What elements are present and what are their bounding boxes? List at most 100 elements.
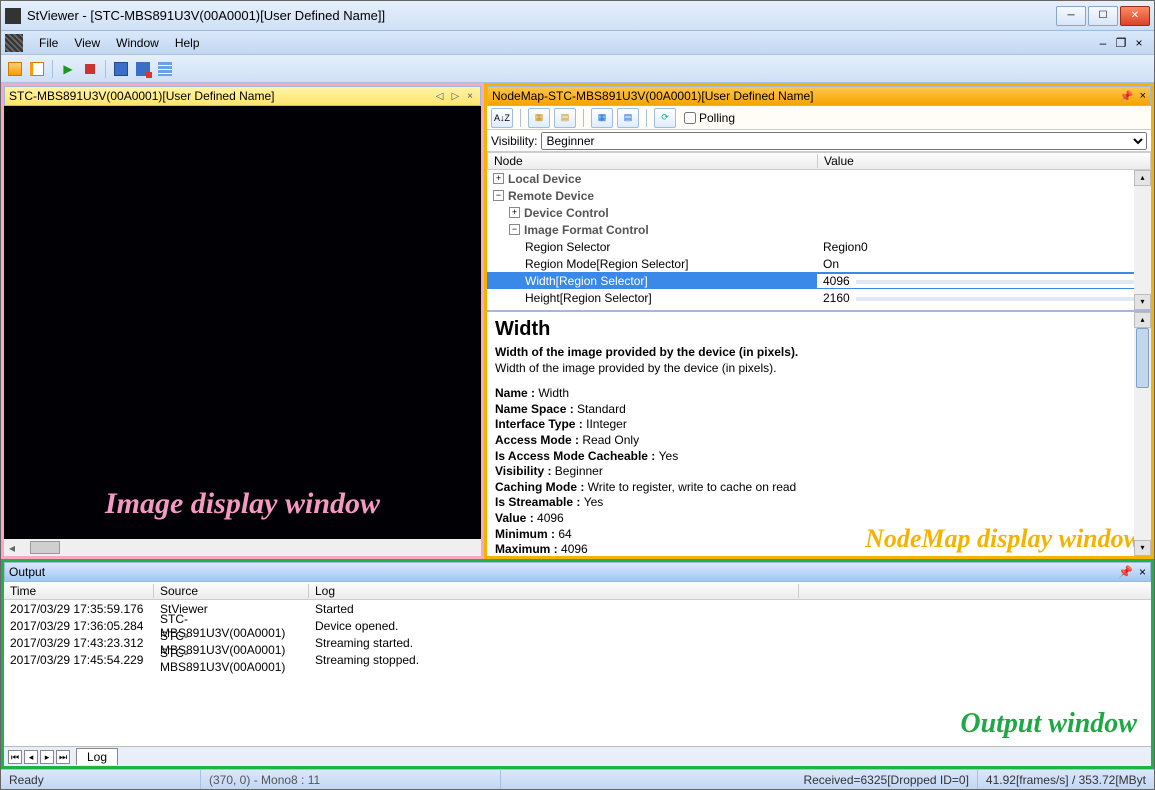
close-button[interactable]: ✕: [1120, 6, 1150, 26]
tree-value[interactable]: 2160: [823, 291, 850, 305]
image-overlay-label: Image display window: [24, 487, 461, 521]
nodemap-toolbar: A↓Z ▦ ▤ ▦ ▤ ⟳ Polling: [487, 106, 1151, 130]
tree-vscrollbar[interactable]: ▴ ▾: [1134, 170, 1151, 310]
status-ready: Ready: [1, 770, 201, 789]
maximize-button[interactable]: ☐: [1088, 6, 1118, 26]
collapse2-button[interactable]: ▤: [617, 108, 639, 128]
collapse-button[interactable]: ▤: [554, 108, 576, 128]
mdi-restore-icon[interactable]: ❐: [1114, 36, 1128, 50]
expand-button[interactable]: ▦: [528, 108, 550, 128]
tree-node[interactable]: Region Mode[Region Selector]: [525, 257, 688, 271]
desc-prop: Is Streamable : Yes: [495, 495, 1143, 511]
image-display-panel: STC-MBS891U3V(00A0001)[User Defined Name…: [1, 83, 484, 559]
desc-detail: Width of the image provided by the devic…: [495, 361, 1143, 377]
collapse-icon[interactable]: −: [509, 224, 520, 235]
output-pin-icon[interactable]: 📌: [1118, 565, 1133, 579]
tree-node[interactable]: Height[Region Selector]: [525, 291, 652, 305]
desc-prop: Interface Type : IInteger: [495, 417, 1143, 433]
nodemap-description: Width Width of the image provided by the…: [487, 310, 1151, 556]
menu-bar: File View Window Help – ❐ ×: [1, 31, 1154, 55]
tab-first-icon[interactable]: ⏮: [8, 750, 22, 764]
visibility-label: Visibility:: [491, 134, 537, 148]
menu-view[interactable]: View: [66, 34, 108, 52]
collapse-icon[interactable]: −: [493, 190, 504, 201]
tree-value[interactable]: 4096: [823, 274, 850, 288]
value-slider[interactable]: [856, 278, 1151, 284]
output-title: Output: [9, 565, 45, 579]
output-close-icon[interactable]: ×: [1139, 565, 1146, 579]
status-rate: 41.92[frames/s] / 353.72[MByt: [978, 770, 1154, 789]
nodemap-pin-icon[interactable]: 📌: [1120, 90, 1134, 103]
expand-icon[interactable]: +: [493, 173, 504, 184]
app-logo-icon: [5, 34, 23, 52]
toolbar-stop-record-icon[interactable]: [133, 59, 153, 79]
sort-az-button[interactable]: A↓Z: [491, 108, 513, 128]
toolbar-stop-icon[interactable]: [80, 59, 100, 79]
nodemap-overlay-label: NodeMap display window: [865, 524, 1141, 554]
refresh-button[interactable]: ⟳: [654, 108, 676, 128]
mdi-minimize-icon[interactable]: –: [1096, 36, 1110, 50]
expand-icon[interactable]: +: [509, 207, 520, 218]
polling-label: Polling: [699, 111, 735, 125]
visibility-select[interactable]: Beginner: [541, 132, 1147, 150]
output-panel: Output 📌 × Time Source Log 2017/03/29 17…: [1, 559, 1154, 769]
tree-node[interactable]: Local Device: [508, 172, 581, 186]
col-value[interactable]: Value: [818, 154, 1150, 168]
desc-prop: Visibility : Beginner: [495, 464, 1143, 480]
col-log[interactable]: Log: [309, 584, 799, 598]
window-title: StViewer - [STC-MBS891U3V(00A0001)[User …: [27, 8, 385, 23]
toolbar-film-icon[interactable]: [155, 59, 175, 79]
toolbar-play-icon[interactable]: ▶: [58, 59, 78, 79]
polling-checkbox[interactable]: [684, 112, 696, 124]
title-bar: StViewer - [STC-MBS891U3V(00A0001)[User …: [1, 1, 1154, 31]
desc-summary: Width of the image provided by the devic…: [495, 345, 1143, 361]
toolbar: ▶: [1, 55, 1154, 83]
output-overlay-label: Output window: [960, 708, 1137, 740]
tree-value[interactable]: On: [823, 257, 839, 271]
col-source[interactable]: Source: [154, 584, 309, 598]
tab-close-icon[interactable]: ×: [464, 91, 476, 102]
toolbar-save-icon[interactable]: [111, 59, 131, 79]
tab-next-icon[interactable]: ▷: [448, 91, 462, 102]
desc-prop: Is Access Mode Cacheable : Yes: [495, 449, 1143, 465]
desc-prop: Name Space : Standard: [495, 402, 1143, 418]
app-icon: [5, 8, 21, 24]
expand2-button[interactable]: ▦: [591, 108, 613, 128]
menu-help[interactable]: Help: [167, 34, 208, 52]
image-tab-title[interactable]: STC-MBS891U3V(00A0001)[User Defined Name…: [9, 89, 274, 103]
tree-node[interactable]: Device Control: [524, 206, 609, 220]
tab-prev-icon[interactable]: ◁: [433, 91, 447, 102]
nodemap-close-icon[interactable]: ×: [1140, 90, 1146, 103]
tree-node[interactable]: Remote Device: [508, 189, 594, 203]
toolbar-new-icon[interactable]: [5, 59, 25, 79]
image-viewport[interactable]: Image display window: [4, 106, 481, 539]
nodemap-title-bar: NodeMap-STC-MBS891U3V(00A0001)[User Defi…: [487, 86, 1151, 106]
image-hscrollbar[interactable]: ◂: [4, 539, 481, 556]
tree-node[interactable]: Region Selector: [525, 240, 610, 254]
col-time[interactable]: Time: [4, 584, 154, 598]
log-row[interactable]: 2017/03/29 17:45:54.229STC-MBS891U3V(00A…: [4, 651, 1151, 668]
tree-node[interactable]: Image Format Control: [524, 223, 649, 237]
nodemap-tree: Node Value +Local Device −Remote Device …: [487, 152, 1151, 310]
tab-prev-icon[interactable]: ◂: [24, 750, 38, 764]
menu-file[interactable]: File: [31, 34, 66, 52]
toolbar-open-icon[interactable]: [27, 59, 47, 79]
col-node[interactable]: Node: [488, 154, 818, 168]
output-tab-bar: ⏮ ◂ ▸ ⏭ Log: [4, 746, 1151, 766]
status-received: Received=6325[Dropped ID=0]: [795, 770, 977, 789]
output-title-bar: Output 📌 ×: [4, 562, 1151, 582]
status-cursor: (370, 0) - Mono8 : 11: [201, 770, 501, 789]
tab-log[interactable]: Log: [76, 748, 118, 765]
image-tab-bar: STC-MBS891U3V(00A0001)[User Defined Name…: [4, 86, 481, 106]
value-slider[interactable]: [856, 295, 1151, 301]
tree-node-selected[interactable]: Width[Region Selector]: [525, 274, 648, 288]
desc-title: Width: [495, 318, 1143, 341]
tree-value[interactable]: Region0: [823, 240, 868, 254]
minimize-button[interactable]: ─: [1056, 6, 1086, 26]
desc-prop: Caching Mode : Write to register, write …: [495, 480, 1143, 496]
menu-window[interactable]: Window: [108, 34, 167, 52]
tab-next-icon[interactable]: ▸: [40, 750, 54, 764]
desc-vscrollbar[interactable]: ▴ ▾: [1134, 312, 1151, 556]
mdi-close-icon[interactable]: ×: [1132, 36, 1146, 50]
tab-last-icon[interactable]: ⏭: [56, 750, 70, 764]
